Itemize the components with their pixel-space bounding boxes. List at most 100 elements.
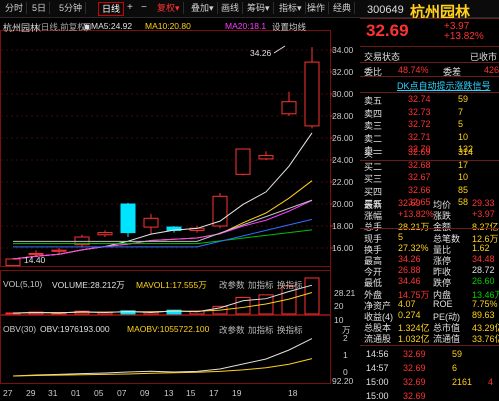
stat-value-2: 34.48 [472, 254, 495, 264]
chip-button[interactable]: 筹码▾ [244, 2, 274, 14]
tick-volume: 6 [452, 363, 458, 373]
operation-button[interactable]: 操作 [304, 2, 330, 14]
stat-value: 26.88 [398, 265, 421, 276]
candle-body [304, 61, 320, 127]
vol-change-params[interactable]: 改参数 [219, 279, 245, 291]
stat-value: +13.82% [398, 209, 434, 220]
price-tick: 20.00 [332, 199, 354, 209]
stat-label: 流通股 [364, 334, 392, 345]
candle-body [143, 217, 159, 228]
minus-icon[interactable]: − [141, 2, 147, 13]
tab-5day[interactable]: 5日 [29, 2, 51, 14]
ask-label: 卖五 [364, 96, 383, 106]
indicator-button[interactable]: 指标▾ [276, 2, 306, 14]
overlay-button[interactable]: 叠加▾ [188, 2, 218, 14]
tick-price: 32.69 [403, 349, 426, 359]
bid-price: 32.68 [408, 159, 431, 170]
ask-label: 卖三 [364, 121, 383, 131]
price-tick: 26.00 [332, 133, 354, 143]
ask-price: 32.73 [408, 106, 431, 117]
price-tick: 34.00 [332, 45, 354, 55]
price-tick: 24.00 [332, 155, 354, 165]
date-tick: 31 [48, 388, 58, 398]
ask-volume: 5 [458, 119, 464, 129]
divider-line [360, 228, 499, 229]
bid-label: 买四 [364, 186, 383, 197]
draw-line-button[interactable]: 画线 [218, 2, 244, 14]
stat-value-2: 28.72 [472, 265, 495, 276]
bid-volume: 17 [458, 159, 469, 170]
tab-5min[interactable]: 5分钟 [56, 2, 87, 14]
price-frame [0, 30, 331, 267]
mavol-value: MAVOL1:17.555万 [136, 280, 207, 290]
bid-volume: 58 [458, 197, 469, 207]
plus-icon[interactable]: + [127, 2, 133, 13]
stat-label-2: ROE [433, 298, 453, 309]
kline-chart[interactable]: 杭州园林 (日线,前复权) ▣ MA5:24.92 MA10:20.80 MA2… [0, 18, 359, 400]
stat-value-2: +3.97 [472, 209, 495, 220]
date-tick: 01 [71, 388, 81, 398]
tick-volume: 59 [452, 349, 463, 359]
date-tick: 29 [26, 388, 36, 398]
tab-intraday[interactable]: 分时 [2, 2, 28, 14]
ask-price: 32.74 [408, 94, 431, 104]
maobv-line [12, 358, 313, 377]
date-tick-last: 18 [288, 388, 298, 398]
maobv-value: MAOBV:1055722.100 [127, 324, 210, 334]
tick-time: 14:57 [366, 363, 389, 373]
ask-volume: 7 [458, 106, 464, 117]
bid-price: 32.66 [408, 184, 431, 195]
bid-label: 买二 [364, 161, 383, 172]
classic-button[interactable]: 经典 [330, 2, 356, 14]
stat-value: 1.032亿 [398, 334, 430, 345]
volume-frame [0, 270, 331, 315]
candle-body [97, 232, 113, 236]
tick-volume: 2161 [452, 377, 473, 387]
obv-change-params[interactable]: 改参数 [219, 324, 245, 336]
bid-volume: 314 [458, 147, 474, 157]
vol-switch-indicator[interactable]: 换指标 [277, 279, 303, 291]
candle-body [5, 258, 21, 267]
ask-price: 32.72 [408, 119, 431, 129]
divider-line [360, 92, 499, 93]
vol-tick-top: 28.21 [334, 288, 356, 298]
signal-link[interactable]: DK点自动提示涨跌信号 [397, 79, 491, 92]
change-pct: +13.82% [444, 31, 484, 42]
stat-value-2: 1.62 [472, 242, 490, 253]
high-marker [273, 45, 286, 54]
price-tick: 30.00 [332, 89, 354, 99]
long-ma-line [13, 218, 313, 248]
stat-value-2: 26.60 [472, 276, 495, 287]
bid-label: 买三 [364, 174, 383, 184]
divider-line [360, 46, 499, 47]
stat-value: 34.46 [398, 276, 421, 287]
price-tick: 16.00 [332, 243, 354, 253]
stat-value-2: 7.75% [472, 298, 498, 309]
price-tick: 18.00 [332, 221, 354, 231]
bid-volume: 10 [458, 172, 469, 182]
divider-line [360, 345, 499, 346]
vol-add-indicator[interactable]: 加指标 [248, 279, 274, 291]
candle-body [258, 155, 274, 160]
ratio-value: 48.74% [398, 65, 429, 75]
stat-value: 0.274 [398, 310, 421, 320]
low-label: 14.40 [24, 255, 46, 265]
stat-value: 4.07 [398, 298, 416, 309]
candle-body [235, 148, 251, 175]
ma-settings-link[interactable]: 设置均线 [272, 21, 306, 33]
obv-tick-2: 2 [343, 333, 348, 343]
obv-add-indicator[interactable]: 加指标 [248, 324, 274, 336]
ask-label: 卖二 [364, 133, 383, 144]
adjust-button[interactable]: 复权▾ [154, 2, 184, 14]
tab-daily[interactable]: 日线 [98, 2, 125, 16]
obv-switch-indicator[interactable]: 换指标 [277, 324, 303, 336]
tick-time: 14:56 [366, 349, 389, 359]
vol-tick-20: 20 [334, 301, 344, 311]
divider-line [360, 160, 499, 161]
ask-price: 32.71 [408, 131, 431, 142]
tick-time: 15:00 [366, 377, 389, 387]
kline-svg [0, 30, 334, 384]
date-tick: 13 [164, 388, 174, 398]
obv-low: 92.20 [332, 376, 354, 386]
bid-volume: 85 [458, 184, 469, 195]
